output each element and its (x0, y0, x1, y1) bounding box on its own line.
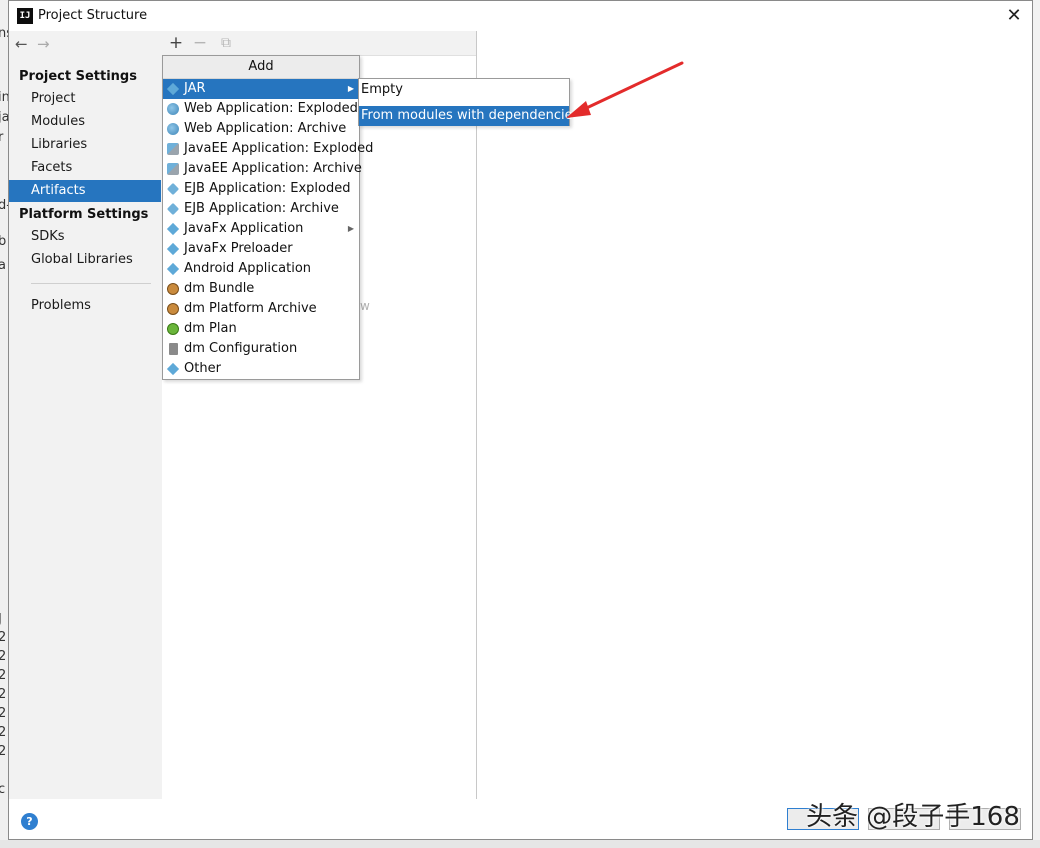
bg-text: 2 (0, 725, 7, 740)
web-globe-icon (167, 103, 179, 115)
menu-item-label: dm Configuration (184, 341, 298, 356)
artifact-diamond-icon (166, 242, 180, 256)
project-settings-header: Project Settings (19, 69, 137, 84)
artifacts-toolbar: + − ⧉ (162, 31, 476, 56)
nav-item-problems[interactable]: Problems (9, 295, 161, 317)
bg-text: b (0, 234, 7, 249)
menu-item-label: Other (184, 361, 221, 376)
nav-item-sdks[interactable]: SDKs (9, 226, 161, 248)
javaee-icon (167, 143, 179, 155)
menu-item-other[interactable]: Other (163, 359, 359, 379)
nav-item-project[interactable]: Project (9, 88, 161, 110)
background-ide-strip: ns in ja r d- b a J 2 2 2 2 2 2 2 c (0, 0, 8, 848)
dm-bundle-icon (167, 283, 179, 295)
submenu-arrow-icon: ▶ (347, 84, 354, 93)
nav-divider (31, 283, 151, 284)
menu-item-javafx-preloader[interactable]: JavaFx Preloader (163, 239, 359, 259)
bg-text: 2 (0, 630, 7, 645)
dm-config-icon (169, 343, 178, 355)
nav-item-libraries[interactable]: Libraries (9, 134, 161, 156)
bg-text: d- (0, 198, 8, 213)
menu-item-javafx-application[interactable]: JavaFx Application ▶ (163, 219, 359, 239)
watermark-text: 头条 @段子手168 (806, 802, 1020, 832)
menu-item-label: JavaEE Application: Exploded (184, 141, 374, 156)
menu-item-ejb-exploded[interactable]: EJB Application: Exploded (163, 179, 359, 199)
menu-item-web-archive[interactable]: Web Application: Archive (163, 119, 359, 139)
menu-item-label: JAR (184, 81, 206, 96)
intellij-app-icon: IJ (17, 8, 33, 24)
bg-text: 2 (0, 744, 7, 759)
ejb-icon (166, 182, 180, 196)
submenu-item-from-modules[interactable]: From modules with dependencies... (359, 106, 592, 126)
dm-plan-icon (167, 323, 179, 335)
web-globe-icon (167, 123, 179, 135)
menu-item-ejb-archive[interactable]: EJB Application: Archive (163, 199, 359, 219)
bg-text: J (0, 610, 2, 629)
bg-text: in (0, 90, 8, 105)
submenu-arrow-icon: ▶ (347, 224, 354, 233)
menu-item-web-exploded[interactable]: Web Application: Exploded (163, 99, 359, 119)
menu-item-label: JavaFx Application (184, 221, 304, 236)
menu-item-dm-configuration[interactable]: dm Configuration (163, 339, 359, 359)
annotation-arrow-icon (566, 61, 684, 118)
copy-artifact-button[interactable]: ⧉ (215, 32, 237, 54)
menu-item-label: Web Application: Exploded (184, 101, 358, 116)
menu-item-dm-plan[interactable]: dm Plan (163, 319, 359, 339)
background-ide-right (1033, 0, 1040, 848)
artifact-diamond-icon (166, 222, 180, 236)
bg-text: r (0, 130, 4, 145)
menu-item-android-application[interactable]: Android Application (163, 259, 359, 279)
add-artifact-button[interactable]: + (165, 32, 187, 54)
platform-settings-header: Platform Settings (19, 207, 149, 222)
menu-item-label: dm Plan (184, 321, 237, 336)
artifact-diamond-icon (166, 362, 180, 376)
menu-item-label: JavaEE Application: Archive (184, 161, 362, 176)
bg-text: c (0, 782, 6, 797)
add-menu-title: Add (163, 56, 359, 79)
menu-item-javaee-archive[interactable]: JavaEE Application: Archive (163, 159, 362, 179)
menu-item-label: EJB Application: Exploded (184, 181, 351, 196)
submenu-item-empty[interactable]: Empty (359, 80, 569, 100)
dm-bundle-icon (167, 303, 179, 315)
menu-item-jar[interactable]: JAR ▶ (163, 79, 359, 99)
jar-submenu: Empty From modules with dependencies... (358, 78, 592, 126)
menu-item-javaee-exploded[interactable]: JavaEE Application: Exploded (163, 139, 373, 159)
menu-item-label: EJB Application: Archive (184, 201, 339, 216)
title-bar: IJ Project Structure ✕ (9, 1, 1032, 31)
nav-item-artifacts[interactable]: Artifacts (9, 180, 161, 202)
close-icon[interactable]: ✕ (1002, 4, 1026, 28)
bg-text: ja (0, 110, 8, 125)
panel-hint-text: w (360, 299, 370, 313)
history-nav: ← → (15, 35, 59, 57)
menu-item-label: dm Bundle (184, 281, 255, 296)
forward-arrow-icon[interactable]: → (37, 35, 59, 53)
menu-item-label: Android Application (184, 261, 312, 276)
bg-text: ns (0, 26, 8, 41)
menu-item-label: JavaFx Preloader (184, 241, 293, 256)
bg-text: 2 (0, 706, 7, 721)
background-ide-bottom (0, 840, 1040, 848)
bg-text: 2 (0, 649, 7, 664)
bg-text: 2 (0, 687, 7, 702)
nav-item-global-libraries[interactable]: Global Libraries (9, 249, 161, 271)
javaee-icon (167, 163, 179, 175)
settings-navigation: ← → Project Settings Project Modules Libr… (9, 31, 163, 799)
nav-item-modules[interactable]: Modules (9, 111, 161, 133)
back-arrow-icon[interactable]: ← (15, 35, 37, 53)
artifact-diamond-icon (166, 82, 180, 96)
bg-text: 2 (0, 668, 7, 683)
add-artifact-menu: Add JAR ▶ Web Application: Exploded Web … (162, 55, 373, 380)
bg-text: a (0, 258, 6, 273)
menu-item-label: dm Platform Archive (184, 301, 317, 316)
remove-artifact-button[interactable]: − (189, 32, 211, 54)
menu-item-dm-bundle[interactable]: dm Bundle (163, 279, 359, 299)
menu-item-label: Web Application: Archive (184, 121, 347, 136)
menu-item-dm-platform-archive[interactable]: dm Platform Archive (163, 299, 359, 319)
ejb-icon (166, 202, 180, 216)
artifact-diamond-icon (166, 262, 180, 276)
nav-item-facets[interactable]: Facets (9, 157, 161, 179)
help-icon[interactable]: ? (21, 813, 38, 830)
window-title: Project Structure (38, 8, 148, 23)
